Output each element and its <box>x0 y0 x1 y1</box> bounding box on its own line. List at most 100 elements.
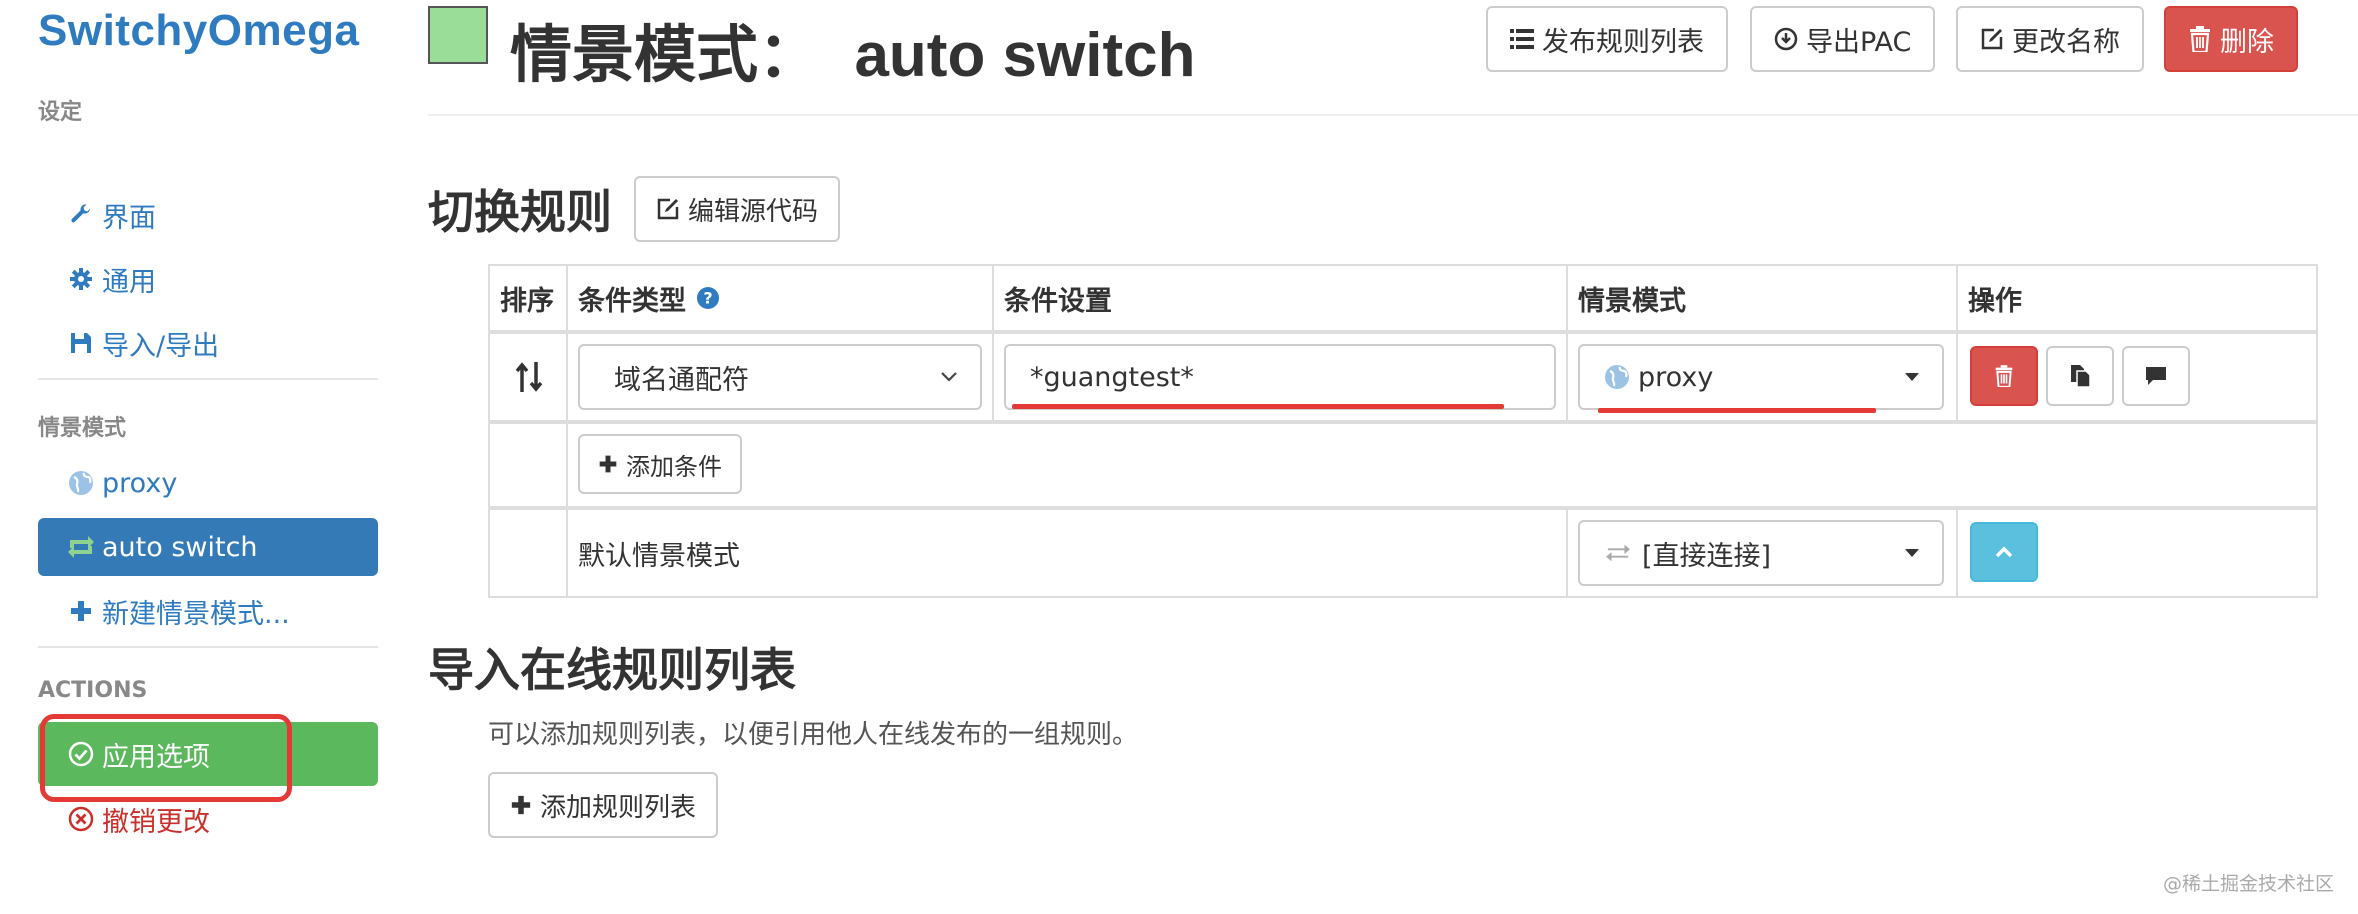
comment-rule-button[interactable] <box>2122 346 2190 406</box>
sidebar-item-import-export[interactable]: 导入/导出 <box>38 314 378 372</box>
app-root: SwitchyOmega 设定 界面 通用 导入/导出 情景模式 proxy a… <box>0 0 2358 914</box>
edit-source-label: 编辑源代码 <box>688 196 819 227</box>
column-divider <box>1956 508 1958 596</box>
default-profile-value: [直接连接] <box>1642 540 1772 572</box>
annotation-underline <box>1012 404 1504 409</box>
rule-profile-select[interactable]: proxy <box>1578 344 1944 410</box>
apply-options-button[interactable]: 应用选项 <box>38 722 378 786</box>
add-rule-list-label: 添加规则列表 <box>540 792 697 823</box>
chevron-down-icon <box>940 346 958 408</box>
row-divider <box>490 420 2316 424</box>
page-title: 情景模式： auto switch <box>510 21 1196 90</box>
actions-header: ACTIONS <box>38 678 148 703</box>
discard-changes-label: 撤销更改 <box>102 806 210 838</box>
caret-down-icon <box>1904 522 1920 584</box>
column-header-condition-type: 条件类型 ? <box>578 266 720 330</box>
copy-icon <box>2069 364 2091 388</box>
sidebar: SwitchyOmega 设定 界面 通用 导入/导出 情景模式 proxy a… <box>0 0 390 914</box>
annotation-underline <box>1598 408 1876 413</box>
sidebar-item-interface[interactable]: 界面 <box>38 186 378 244</box>
column-divider <box>566 266 568 596</box>
caret-down-icon <box>1904 346 1920 408</box>
sidebar-item-label: 导入/导出 <box>102 330 220 362</box>
chevron-up-icon <box>1994 545 2014 559</box>
switch-icon <box>66 534 96 560</box>
condition-type-value: 域名通配符 <box>614 364 749 396</box>
sidebar-item-label: 通用 <box>102 266 156 298</box>
direct-connection-icon <box>1604 541 1632 565</box>
sidebar-item-auto-switch[interactable]: auto switch <box>38 518 378 576</box>
publish-rule-list-button[interactable]: 发布规则列表 <box>1486 6 1728 72</box>
list-icon <box>1510 28 1534 50</box>
add-rule-list-button[interactable]: 添加规则列表 <box>488 772 719 838</box>
export-pac-label: 导出PAC <box>1806 26 1912 58</box>
export-pac-button[interactable]: 导出PAC <box>1750 6 1936 72</box>
column-header-order: 排序 <box>500 285 554 317</box>
check-circle-icon <box>66 741 96 767</box>
column-header-condition: 条件设置 <box>1004 285 1112 317</box>
globe-icon <box>66 470 96 496</box>
rule-lists-title: 导入在线规则列表 <box>428 643 796 697</box>
profile-color-swatch[interactable] <box>428 6 488 64</box>
column-header-actions: 操作 <box>1968 285 2022 317</box>
rename-button[interactable]: 更改名称 <box>1956 6 2144 72</box>
page-header: 情景模式： auto switch 发布规则列表 导出PAC 更改名称 删除 <box>428 0 2358 116</box>
column-divider <box>1566 508 1568 596</box>
floppy-icon <box>66 331 96 355</box>
delete-rule-button[interactable] <box>1970 346 2038 406</box>
publish-rule-list-label: 发布规则列表 <box>1542 26 1704 58</box>
condition-type-select[interactable]: 域名通配符 <box>578 344 982 410</box>
trash-icon <box>1994 365 2014 387</box>
new-profile-link[interactable]: 新建情景模式... <box>38 582 378 640</box>
edit-icon <box>1980 27 2004 51</box>
sidebar-item-label: 新建情景模式... <box>102 598 290 630</box>
trash-icon <box>2188 26 2212 52</box>
column-divider <box>992 332 994 420</box>
wrench-icon <box>66 203 96 227</box>
row-divider <box>490 506 2316 510</box>
apply-options-label: 应用选项 <box>102 741 210 773</box>
column-header-label: 条件类型 <box>578 285 686 317</box>
clone-rule-button[interactable] <box>2046 346 2114 406</box>
rule-profile-value: proxy <box>1638 361 1714 393</box>
add-condition-label: 添加条件 <box>626 452 722 481</box>
watermark: @稀土掘金技术社区 <box>2162 873 2334 895</box>
column-divider <box>992 266 994 330</box>
add-condition-button[interactable]: 添加条件 <box>578 434 742 494</box>
edit-icon <box>656 197 680 221</box>
brand-logo: SwitchyOmega <box>38 6 360 55</box>
profiles-header: 情景模式 <box>38 416 127 441</box>
sidebar-item-label: 界面 <box>102 202 156 234</box>
sidebar-divider <box>38 378 378 380</box>
comment-icon <box>2145 366 2167 386</box>
delete-profile-button[interactable]: 删除 <box>2164 6 2298 72</box>
sidebar-item-general[interactable]: 通用 <box>38 250 378 308</box>
plus-icon <box>598 454 618 474</box>
sidebar-item-proxy[interactable]: proxy <box>38 454 378 512</box>
header-row-divider <box>490 330 2316 334</box>
sidebar-item-label: auto switch <box>102 531 258 563</box>
column-divider <box>1956 266 1958 420</box>
delete-profile-label: 删除 <box>2220 26 2274 58</box>
rename-label: 更改名称 <box>2012 26 2120 58</box>
edit-source-button[interactable]: 编辑源代码 <box>634 176 841 242</box>
default-profile-label: 默认情景模式 <box>578 540 740 572</box>
help-icon[interactable]: ? <box>696 286 720 310</box>
globe-icon <box>1604 364 1630 390</box>
switch-rules-table: 排序 条件类型 ? 条件设置 情景模式 操作 域名通配符 *guangtest* <box>488 264 2318 598</box>
switch-rules-title: 切换规则 <box>428 185 612 239</box>
download-icon <box>1774 27 1798 51</box>
default-profile-select[interactable]: [直接连接] <box>1578 520 1944 586</box>
drag-handle-icon[interactable] <box>514 334 544 420</box>
column-header-profile: 情景模式 <box>1578 285 1686 317</box>
sidebar-divider <box>38 646 378 648</box>
plus-icon <box>510 794 532 816</box>
plus-icon <box>66 599 96 623</box>
discard-changes-button[interactable]: 撤销更改 <box>38 790 378 848</box>
condition-input-value: *guangtest* <box>1030 361 1194 393</box>
condition-input[interactable]: *guangtest* <box>1004 344 1556 410</box>
collapse-button[interactable] <box>1970 522 2038 582</box>
close-circle-icon <box>66 806 96 832</box>
rule-lists-description: 可以添加规则列表，以便引用他人在线发布的一组规则。 <box>488 720 1139 750</box>
column-divider <box>1566 266 1568 420</box>
